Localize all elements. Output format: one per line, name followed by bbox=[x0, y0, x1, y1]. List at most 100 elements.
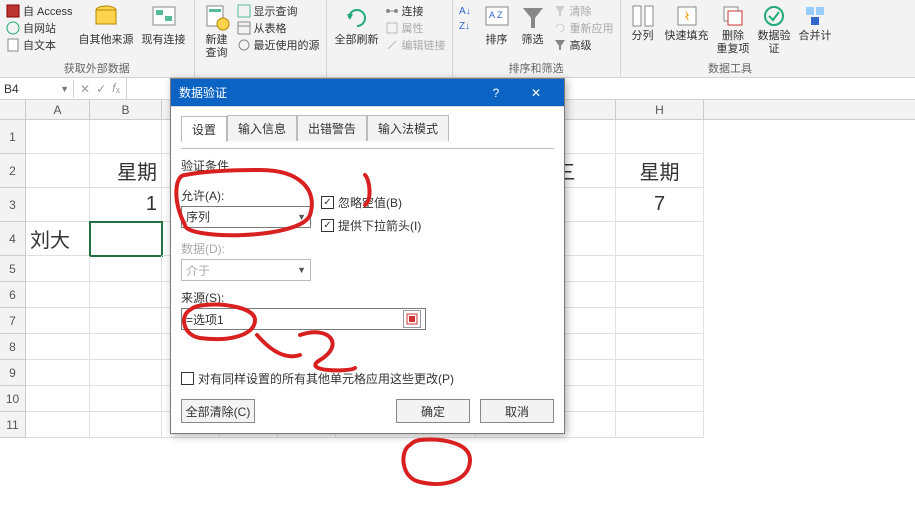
svg-text:A Z: A Z bbox=[489, 10, 503, 20]
show-queries-button[interactable]: 显示查询 bbox=[237, 3, 320, 19]
from-web-button[interactable]: 自网站 bbox=[6, 20, 73, 36]
advanced-filter-button[interactable]: 高级 bbox=[553, 37, 614, 53]
ribbon-group-label: 数据工具 bbox=[625, 59, 836, 77]
columns-icon bbox=[631, 4, 655, 28]
row-header[interactable]: 7 bbox=[0, 308, 26, 334]
ribbon-group-connections: 全部刷新 连接 属性 编辑链接 bbox=[327, 0, 453, 77]
existing-connections-button[interactable]: 现有连接 bbox=[138, 2, 190, 49]
ribbon-group-label: 排序和筛选 bbox=[457, 59, 616, 77]
filter-button[interactable]: 筛选 bbox=[515, 2, 551, 49]
cell[interactable]: 星期 bbox=[90, 154, 162, 188]
svg-text:A↓: A↓ bbox=[459, 6, 471, 17]
cell[interactable]: 1 bbox=[90, 188, 162, 222]
clear-filter-button: 清除 bbox=[553, 3, 614, 19]
remove-duplicates-button[interactable]: 删除 重复项 bbox=[713, 2, 754, 58]
row-header[interactable]: 10 bbox=[0, 386, 26, 412]
edit-links-button: 编辑链接 bbox=[385, 37, 446, 53]
cell[interactable]: 7 bbox=[616, 188, 704, 222]
dialog-titlebar[interactable]: 数据验证 bbox=[171, 79, 564, 107]
range-picker-button[interactable] bbox=[403, 310, 421, 328]
refresh-all-button[interactable]: 全部刷新 bbox=[331, 2, 383, 49]
clear-all-button[interactable]: 全部清除(C) bbox=[181, 399, 255, 423]
in-cell-dropdown-checkbox[interactable]: ✓提供下拉箭头(I) bbox=[321, 217, 421, 234]
from-table-button[interactable]: 从表格 bbox=[237, 20, 320, 36]
col-header[interactable]: B bbox=[90, 100, 162, 119]
cancel-edit-icon: ✕ bbox=[80, 82, 90, 96]
allow-label: 允许(A): bbox=[181, 187, 311, 204]
row-header[interactable]: 8 bbox=[0, 334, 26, 360]
ribbon-group-transform: 新建 查询 显示查询 从表格 最近使用的源 bbox=[195, 0, 327, 77]
active-cell[interactable] bbox=[90, 222, 162, 256]
apply-all-checkbox[interactable]: 对有同样设置的所有其他单元格应用这些更改(P) bbox=[181, 370, 554, 387]
select-all-corner[interactable] bbox=[0, 100, 26, 119]
ribbon-group-label: 获取外部数据 bbox=[4, 59, 190, 77]
row-header[interactable]: 6 bbox=[0, 282, 26, 308]
validation-icon bbox=[762, 4, 786, 28]
refresh-icon bbox=[343, 4, 371, 32]
source-label: 来源(S): bbox=[181, 289, 554, 306]
svg-text:Z↓: Z↓ bbox=[459, 21, 470, 32]
col-header[interactable]: H bbox=[616, 100, 704, 119]
connection-icon bbox=[150, 4, 178, 32]
allow-select[interactable]: 序列▼ bbox=[181, 206, 311, 228]
ribbon-group-data-tools: 分列 快速填充 删除 重复项 数据验 证 合并计 数据工具 bbox=[621, 0, 840, 77]
consolidate-button[interactable]: 合并计 bbox=[795, 2, 836, 45]
data-select: 介于▼ bbox=[181, 259, 311, 281]
cell[interactable]: 星期 bbox=[616, 154, 704, 188]
database-icon bbox=[92, 4, 120, 32]
close-button[interactable] bbox=[516, 79, 556, 107]
row-header[interactable]: 4 bbox=[0, 222, 26, 256]
sort-button[interactable]: A Z 排序 bbox=[479, 2, 515, 49]
reapply-button: 重新应用 bbox=[553, 20, 614, 36]
fx-icon[interactable]: 𝑓ₓ bbox=[112, 81, 120, 96]
new-query-icon bbox=[203, 4, 231, 32]
ribbon-group-label bbox=[199, 63, 322, 77]
confirm-edit-icon: ✓ bbox=[96, 82, 106, 96]
ribbon-group-sort-filter: A↓ Z↓ A Z 排序 筛选 清除 重新应用 高级 排序和筛选 bbox=[453, 0, 621, 77]
sort-desc-button[interactable]: Z↓ bbox=[459, 18, 477, 32]
data-validation-dialog: 数据验证 设置 输入信息 出错警告 输入法模式 验证条件 允许(A): 序列▼ … bbox=[170, 78, 565, 434]
funnel-icon bbox=[519, 4, 547, 32]
ignore-blank-checkbox[interactable]: ✓忽略空值(B) bbox=[321, 194, 421, 211]
tab-settings[interactable]: 设置 bbox=[181, 116, 227, 142]
col-header[interactable]: A bbox=[26, 100, 90, 119]
from-other-sources-button[interactable]: 自其他来源 bbox=[75, 2, 138, 49]
properties-button: 属性 bbox=[385, 20, 446, 36]
dialog-title: 数据验证 bbox=[179, 84, 227, 101]
ribbon-group-label bbox=[331, 63, 448, 77]
text-to-columns-button[interactable]: 分列 bbox=[625, 2, 661, 45]
row-header[interactable]: 5 bbox=[0, 256, 26, 282]
consolidate-icon bbox=[803, 4, 827, 28]
help-button[interactable] bbox=[476, 79, 516, 107]
row-header[interactable]: 9 bbox=[0, 360, 26, 386]
row-header[interactable]: 3 bbox=[0, 188, 26, 222]
ribbon-group-external-data: 自 Access 自网站 自文本 自其他来源 现有连接 获取外部数据 bbox=[0, 0, 195, 77]
tab-input-message[interactable]: 输入信息 bbox=[227, 115, 297, 141]
recent-sources-button[interactable]: 最近使用的源 bbox=[237, 37, 320, 53]
ribbon: 自 Access 自网站 自文本 自其他来源 现有连接 获取外部数据 新建 查询… bbox=[0, 0, 915, 78]
from-access-button[interactable]: 自 Access bbox=[6, 3, 73, 19]
flash-fill-button[interactable]: 快速填充 bbox=[661, 2, 713, 45]
row-header[interactable]: 1 bbox=[0, 120, 26, 154]
remove-dup-icon bbox=[721, 4, 745, 28]
section-label: 验证条件 bbox=[181, 157, 554, 174]
flash-fill-icon bbox=[675, 4, 699, 28]
name-box[interactable]: B4▼ bbox=[0, 80, 74, 98]
from-text-button[interactable]: 自文本 bbox=[6, 37, 73, 53]
sort-asc-button[interactable]: A↓ bbox=[459, 3, 477, 17]
ok-button[interactable]: 确定 bbox=[396, 399, 470, 423]
sort-icon: A Z bbox=[483, 4, 511, 32]
range-ref-icon bbox=[406, 313, 418, 325]
new-query-button[interactable]: 新建 查询 bbox=[199, 2, 235, 62]
cell[interactable]: 刘大 bbox=[26, 222, 90, 256]
row-header[interactable]: 2 bbox=[0, 154, 26, 188]
cancel-button[interactable]: 取消 bbox=[480, 399, 554, 423]
data-label: 数据(D): bbox=[181, 240, 554, 257]
dialog-tabs: 设置 输入信息 出错警告 输入法模式 bbox=[181, 115, 554, 141]
tab-ime-mode[interactable]: 输入法模式 bbox=[367, 115, 449, 141]
tab-error-alert[interactable]: 出错警告 bbox=[297, 115, 367, 141]
source-input[interactable]: =选项1 bbox=[181, 308, 426, 330]
row-header[interactable]: 11 bbox=[0, 412, 26, 438]
data-validation-button[interactable]: 数据验 证 bbox=[754, 2, 795, 58]
connections-button[interactable]: 连接 bbox=[385, 3, 446, 19]
